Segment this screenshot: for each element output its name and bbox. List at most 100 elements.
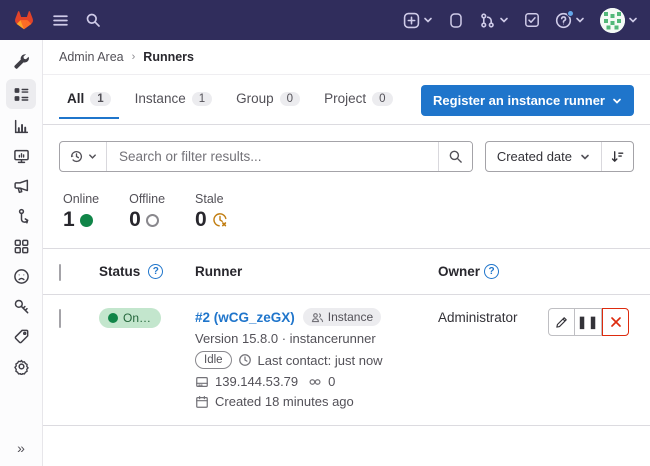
megaphone-icon — [13, 178, 30, 195]
issues-icon[interactable] — [448, 12, 464, 29]
runner-stats: Online 1 Offline 0 Stale 0 — [43, 174, 650, 249]
chevron-down-icon — [580, 152, 590, 162]
sidebar-item-settings[interactable] — [6, 354, 36, 379]
sidebar-item-deploy-keys[interactable] — [6, 294, 36, 319]
sidebar-item-system-hooks[interactable] — [6, 204, 36, 229]
idle-badge: Idle — [195, 351, 232, 369]
runners-table-header: Status ? Runner Owner ? — [43, 249, 650, 295]
filter-row: Created date — [43, 125, 650, 172]
ip-address-text: 139.144.53.79 — [215, 374, 298, 389]
help-menu-button[interactable] — [555, 12, 585, 29]
status-badge: Onli… — [99, 308, 161, 328]
owner-column-header: Owner — [438, 264, 480, 279]
search-history-dropdown[interactable] — [60, 142, 107, 171]
chevron-down-icon — [575, 15, 585, 25]
monitor-icon — [13, 148, 30, 165]
sort-direction-button[interactable] — [601, 142, 633, 171]
link-icon — [308, 375, 322, 389]
last-contact-text: Last contact: just now — [258, 353, 383, 368]
gitlab-logo-icon[interactable] — [12, 9, 36, 32]
filtered-search — [59, 141, 473, 172]
sidebar-collapse-icon[interactable]: » — [0, 440, 42, 456]
wrench-icon — [13, 53, 30, 70]
sidebar-item-overview[interactable] — [6, 49, 36, 74]
stat-offline: Offline 0 — [129, 192, 165, 232]
close-icon — [610, 316, 622, 328]
label-tag-icon — [13, 328, 30, 345]
sidebar-item-labels[interactable] — [6, 324, 36, 349]
tab-instance-count: 1 — [192, 92, 212, 106]
runner-link[interactable]: #2 (wCG_zeGX) — [195, 310, 295, 325]
created-text: Created 18 minutes ago — [215, 394, 354, 409]
admin-sidebar: » — [0, 40, 43, 466]
list-icon — [13, 86, 30, 103]
runner-tabs-row: All 1 Instance 1 Group 0 Project 0 — [43, 75, 650, 125]
sad-face-icon — [13, 268, 30, 285]
tab-instance[interactable]: Instance 1 — [127, 85, 220, 118]
chevron-down-icon — [499, 15, 509, 25]
sort-descending-icon — [610, 149, 625, 164]
instance-type-badge: Instance — [303, 308, 381, 326]
sidebar-item-runners[interactable] — [6, 79, 36, 109]
stat-stale: Stale 0 — [195, 192, 228, 232]
breadcrumb-runners[interactable]: Runners — [143, 50, 194, 64]
stale-clock-icon — [212, 212, 228, 228]
pause-runner-button[interactable]: ❚❚ — [575, 308, 602, 336]
stat-online: Online 1 — [63, 192, 99, 232]
sidebar-item-abuse-reports[interactable] — [6, 264, 36, 289]
runner-version: Version 15.8.0 · instancerunner — [195, 331, 438, 346]
chevron-down-icon — [612, 96, 622, 106]
todos-icon[interactable] — [524, 12, 540, 28]
runner-actions: ❚❚ — [548, 308, 634, 336]
tab-all[interactable]: All 1 — [59, 85, 119, 118]
chart-icon — [13, 118, 30, 135]
breadcrumb-admin-area[interactable]: Admin Area — [59, 50, 124, 64]
edit-runner-button[interactable] — [548, 308, 575, 336]
delete-runner-button[interactable] — [602, 308, 629, 336]
breadcrumb-separator: › — [132, 51, 136, 63]
calendar-icon — [195, 395, 209, 409]
hook-icon — [13, 208, 30, 225]
register-instance-runner-button[interactable]: Register an instance runner — [421, 85, 634, 116]
main-content: Admin Area › Runners All 1 Instance 1 — [43, 40, 650, 466]
search-icon[interactable] — [85, 12, 101, 28]
apps-grid-icon — [13, 238, 30, 255]
chevron-down-icon — [88, 152, 97, 161]
new-menu-button[interactable] — [403, 12, 433, 29]
sidebar-item-messages[interactable] — [6, 174, 36, 199]
gitlab-admin-runners-page: » Admin Area › Runners All 1 Instance — [0, 0, 650, 466]
online-status-icon — [80, 214, 93, 227]
online-dot-icon — [108, 313, 118, 323]
select-all-checkbox[interactable] — [59, 264, 61, 281]
runner-column-header: Runner — [195, 264, 242, 279]
offline-count: 0 — [129, 208, 141, 232]
sort-control: Created date — [485, 141, 634, 172]
sort-by-dropdown[interactable]: Created date — [486, 142, 601, 171]
pencil-icon — [555, 316, 568, 329]
tab-group-count: 0 — [280, 92, 300, 106]
hamburger-menu-icon[interactable] — [52, 12, 69, 29]
tab-project-count: 0 — [372, 92, 392, 106]
sidebar-item-analytics[interactable] — [6, 114, 36, 139]
gear-icon — [13, 358, 30, 375]
chevron-down-icon — [423, 15, 433, 25]
search-icon — [448, 149, 463, 164]
user-menu-button[interactable] — [600, 8, 638, 33]
merge-requests-button[interactable] — [479, 12, 509, 29]
notification-dot — [567, 10, 574, 17]
row-checkbox[interactable] — [59, 309, 61, 328]
sidebar-item-monitoring[interactable] — [6, 144, 36, 169]
status-column-header: Status — [99, 264, 140, 279]
tab-all-count: 1 — [90, 92, 110, 106]
tab-group[interactable]: Group 0 — [228, 85, 308, 118]
ip-address-icon — [195, 375, 209, 389]
tab-project[interactable]: Project 0 — [316, 85, 400, 118]
sidebar-item-applications[interactable] — [6, 234, 36, 259]
clock-icon — [238, 353, 252, 367]
top-navbar — [0, 0, 650, 40]
owner-help-icon[interactable]: ? — [484, 264, 499, 279]
search-input[interactable] — [107, 149, 438, 164]
linked-jobs-count: 0 — [328, 374, 335, 389]
search-submit-button[interactable] — [438, 142, 472, 171]
status-help-icon[interactable]: ? — [148, 264, 163, 279]
